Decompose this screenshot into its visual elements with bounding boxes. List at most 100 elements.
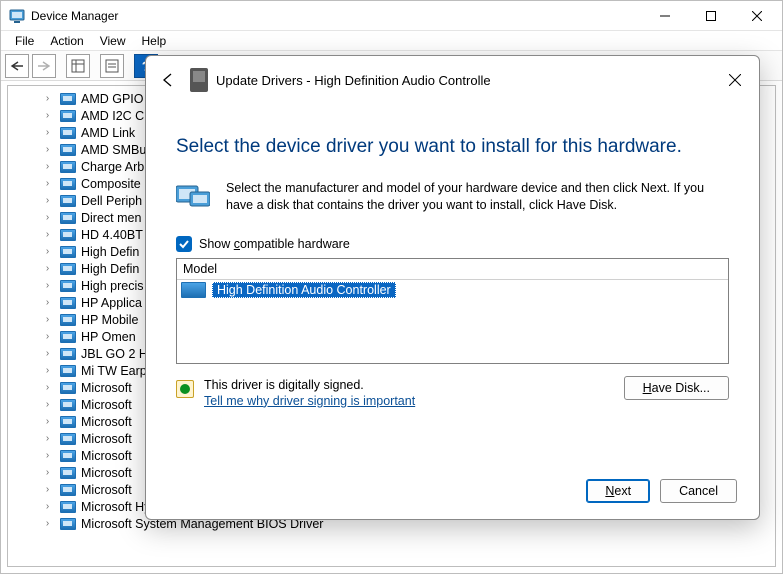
model-listbox[interactable]: Model High Definition Audio Controller bbox=[176, 258, 729, 364]
tree-item-label: High precis bbox=[81, 279, 144, 293]
expand-icon[interactable]: › bbox=[42, 518, 53, 529]
expand-icon[interactable]: › bbox=[42, 161, 53, 172]
tree-item-label: Microsoft bbox=[81, 381, 132, 395]
toolbar-button-1[interactable] bbox=[66, 54, 90, 78]
tree-item-label: High Defin bbox=[81, 262, 139, 276]
menu-action[interactable]: Action bbox=[42, 34, 91, 48]
tree-item-label: HP Mobile bbox=[81, 313, 138, 327]
dialog-footer: Next Cancel bbox=[586, 479, 737, 503]
tree-item-label: Dell Periph bbox=[81, 194, 142, 208]
tree-item-label: Microsoft bbox=[81, 432, 132, 446]
tree-item-label: Mi TW Earp bbox=[81, 364, 147, 378]
dialog-back-button[interactable] bbox=[156, 68, 180, 92]
update-drivers-dialog: Update Drivers - High Definition Audio C… bbox=[145, 55, 760, 520]
expand-icon[interactable]: › bbox=[42, 212, 53, 223]
expand-icon[interactable]: › bbox=[42, 399, 53, 410]
device-node-icon bbox=[60, 484, 76, 496]
cancel-button[interactable]: Cancel bbox=[660, 479, 737, 503]
maximize-button[interactable] bbox=[688, 1, 734, 31]
have-disk-button[interactable]: Have Disk... bbox=[624, 376, 729, 400]
close-button[interactable] bbox=[734, 1, 780, 31]
device-node-icon bbox=[60, 314, 76, 326]
expand-icon[interactable]: › bbox=[42, 280, 53, 291]
nav-forward-button[interactable] bbox=[32, 54, 56, 78]
dialog-close-button[interactable] bbox=[721, 66, 749, 94]
expand-icon[interactable]: › bbox=[42, 229, 53, 240]
device-node-icon bbox=[60, 518, 76, 530]
model-list-item[interactable]: High Definition Audio Controller bbox=[177, 280, 728, 300]
device-icon bbox=[190, 68, 208, 92]
device-node-icon bbox=[60, 382, 76, 394]
tree-item-label: Microsoft bbox=[81, 449, 132, 463]
next-button[interactable]: Next bbox=[586, 479, 650, 503]
expand-icon[interactable]: › bbox=[42, 484, 53, 495]
tree-item-label: AMD Link bbox=[81, 126, 135, 140]
expand-icon[interactable]: › bbox=[42, 416, 53, 427]
toolbar-button-2[interactable] bbox=[100, 54, 124, 78]
device-manager-icon bbox=[9, 8, 25, 24]
titlebar[interactable]: Device Manager bbox=[1, 1, 782, 31]
expand-icon[interactable]: › bbox=[42, 331, 53, 342]
expand-icon[interactable]: › bbox=[42, 365, 53, 376]
signed-row: This driver is digitally signed. Tell me… bbox=[176, 378, 729, 408]
tree-item-label: Microsoft bbox=[81, 466, 132, 480]
tree-item-label: HP Applica bbox=[81, 296, 142, 310]
minimize-button[interactable] bbox=[642, 1, 688, 31]
expand-icon[interactable]: › bbox=[42, 195, 53, 206]
dialog-header: Update Drivers - High Definition Audio C… bbox=[146, 56, 759, 104]
driver-item-icon bbox=[181, 282, 206, 298]
menu-file[interactable]: File bbox=[7, 34, 42, 48]
device-node-icon bbox=[60, 246, 76, 258]
expand-icon[interactable]: › bbox=[42, 467, 53, 478]
expand-icon[interactable]: › bbox=[42, 433, 53, 444]
dialog-description: Select the manufacturer and model of you… bbox=[226, 180, 729, 214]
tree-item-label: HD 4.40BT bbox=[81, 228, 143, 242]
menu-help[interactable]: Help bbox=[134, 34, 175, 48]
signed-cert-icon bbox=[176, 380, 194, 398]
tree-item-label: AMD I2C C bbox=[81, 109, 144, 123]
device-node-icon bbox=[60, 280, 76, 292]
expand-icon[interactable]: › bbox=[42, 348, 53, 359]
show-compatible-label: Show compatible hardware bbox=[199, 237, 350, 251]
expand-icon[interactable]: › bbox=[42, 382, 53, 393]
expand-icon[interactable]: › bbox=[42, 144, 53, 155]
model-item-label: High Definition Audio Controller bbox=[212, 282, 396, 298]
description-row: Select the manufacturer and model of you… bbox=[176, 180, 729, 214]
show-compatible-checkbox-row[interactable]: Show compatible hardware bbox=[176, 236, 729, 252]
window-title: Device Manager bbox=[31, 9, 118, 23]
expand-icon[interactable]: › bbox=[42, 93, 53, 104]
expand-icon[interactable]: › bbox=[42, 297, 53, 308]
device-node-icon bbox=[60, 467, 76, 479]
expand-icon[interactable]: › bbox=[42, 246, 53, 257]
nav-back-button[interactable] bbox=[5, 54, 29, 78]
expand-icon[interactable]: › bbox=[42, 501, 53, 512]
device-node-icon bbox=[60, 399, 76, 411]
menubar: File Action View Help bbox=[1, 31, 782, 51]
device-node-icon bbox=[60, 93, 76, 105]
expand-icon[interactable]: › bbox=[42, 110, 53, 121]
tree-item-label: High Defin bbox=[81, 245, 139, 259]
expand-icon[interactable]: › bbox=[42, 263, 53, 274]
device-node-icon bbox=[60, 110, 76, 122]
tree-item-label: Composite bbox=[81, 177, 141, 191]
device-node-icon bbox=[60, 433, 76, 445]
menu-view[interactable]: View bbox=[92, 34, 134, 48]
model-column-header[interactable]: Model bbox=[177, 259, 728, 280]
tree-item-label: AMD GPIO bbox=[81, 92, 144, 106]
tree-item-label: Direct men bbox=[81, 211, 141, 225]
signed-text: This driver is digitally signed. bbox=[204, 378, 415, 392]
dialog-title: Update Drivers - High Definition Audio C… bbox=[216, 73, 491, 88]
device-node-icon bbox=[60, 450, 76, 462]
expand-icon[interactable]: › bbox=[42, 314, 53, 325]
signing-info-link[interactable]: Tell me why driver signing is important bbox=[204, 394, 415, 408]
tree-item-label: Microsoft bbox=[81, 415, 132, 429]
tree-item-label: AMD SMBu bbox=[81, 143, 146, 157]
expand-icon[interactable]: › bbox=[42, 178, 53, 189]
device-node-icon bbox=[60, 161, 76, 173]
tree-item-label: JBL GO 2 H bbox=[81, 347, 148, 361]
expand-icon[interactable]: › bbox=[42, 450, 53, 461]
expand-icon[interactable]: › bbox=[42, 127, 53, 138]
device-node-icon bbox=[60, 331, 76, 343]
device-node-icon bbox=[60, 297, 76, 309]
device-node-icon bbox=[60, 263, 76, 275]
